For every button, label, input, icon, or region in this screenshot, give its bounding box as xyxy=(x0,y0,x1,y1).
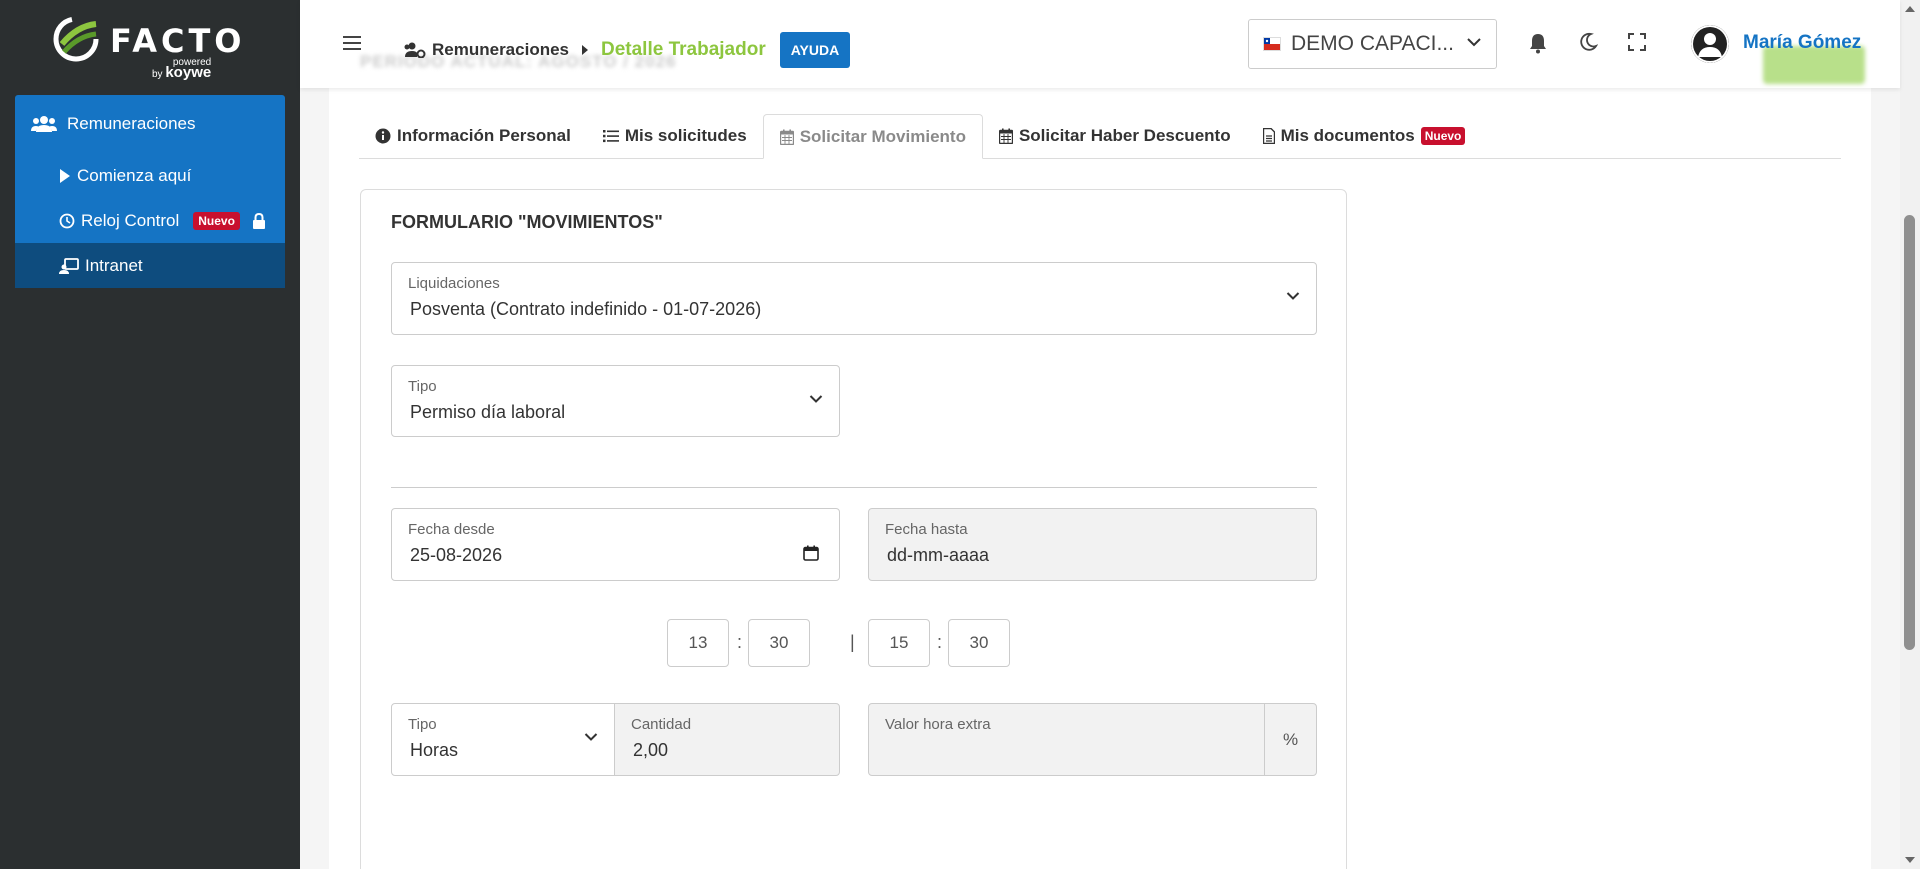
sidebar-item-label: Comienza aquí xyxy=(77,165,192,185)
new-badge: Nuevo xyxy=(1420,127,1466,145)
sidebar-item-comienza-aqui[interactable]: Comienza aquí xyxy=(15,153,285,198)
chevron-down-icon xyxy=(809,395,823,403)
company-name: DEMO CAPACI... xyxy=(1291,32,1454,55)
user-avatar-icon xyxy=(1691,25,1729,63)
fecha-hasta-input[interactable]: Fecha hasta dd-mm-aaaa xyxy=(868,508,1317,581)
help-button[interactable]: AYUDA xyxy=(779,32,851,68)
tipo-select[interactable]: Tipo Permiso día laboral xyxy=(391,365,840,437)
fullscreen-icon[interactable] xyxy=(1627,32,1647,52)
sidebar-item-intranet[interactable]: Intranet xyxy=(15,243,285,288)
field-placeholder: dd-mm-aaaa xyxy=(887,545,990,565)
field-label: Fecha desde xyxy=(408,521,495,538)
time-colon: : xyxy=(937,632,943,652)
liquidaciones-select[interactable]: Liquidaciones Posventa (Contrato indefin… xyxy=(391,262,1317,335)
play-icon xyxy=(60,168,70,183)
breadcrumb: Remuneraciones Detalle Trabajador AYUDA xyxy=(404,32,851,68)
scrollbar-thumb[interactable] xyxy=(1904,215,1915,650)
time-divider: | xyxy=(850,632,855,652)
sidebar-item-label: Intranet xyxy=(85,255,143,275)
hamburger-menu-icon[interactable] xyxy=(342,34,362,52)
list-icon xyxy=(602,130,619,143)
moon-icon[interactable] xyxy=(1578,32,1598,52)
company-selector[interactable]: DEMO CAPACI... xyxy=(1248,19,1497,69)
user-name[interactable]: María Gómez xyxy=(1743,32,1861,54)
hora-desde-input[interactable]: 13 xyxy=(667,619,729,667)
breadcrumb-parent[interactable]: Remuneraciones xyxy=(432,40,569,60)
field-label: Liquidaciones xyxy=(408,275,500,292)
sidebar-item-remuneraciones[interactable]: Remuneraciones xyxy=(15,95,285,153)
chevron-down-icon xyxy=(584,733,598,741)
field-value: Posventa (Contrato indefinido - 01-07-20… xyxy=(410,299,762,319)
field-label: Tipo xyxy=(408,378,437,395)
hora-hasta-input[interactable]: 15 xyxy=(868,619,930,667)
users-cog-icon xyxy=(404,42,426,58)
sidebar-item-label: Reloj Control xyxy=(81,210,180,230)
movimientos-form: FORMULARIO "MOVIMIENTOS" Liquidaciones P… xyxy=(360,189,1347,869)
minuto-desde-input[interactable]: 30 xyxy=(748,619,810,667)
clock-icon xyxy=(59,213,75,228)
main-content: Información Personal Mis solicitudes Sol… xyxy=(329,0,1871,869)
facto-logo-icon xyxy=(53,16,99,62)
new-badge: Nuevo xyxy=(193,211,240,230)
tab-mis-solicitudes[interactable]: Mis solicitudes xyxy=(587,114,763,158)
form-title: FORMULARIO "MOVIMIENTOS" xyxy=(391,212,663,232)
field-value: Permiso día laboral xyxy=(410,402,566,422)
sidebar-item-reloj-control[interactable]: Reloj Control Nuevo xyxy=(15,198,285,243)
sidebar-section-label: Remuneraciones xyxy=(67,114,196,133)
minuto-hasta-input[interactable]: 30 xyxy=(948,619,1010,667)
powered-by-text: powered by koywe xyxy=(152,57,212,81)
form-divider xyxy=(391,487,1317,488)
tab-mis-documentos[interactable]: Mis documentos Nuevo xyxy=(1247,114,1482,158)
field-label: Valor hora extra xyxy=(885,716,991,733)
sidebar-menu: Remuneraciones Comienza aquí Reloj Contr… xyxy=(15,95,285,288)
field-label: Tipo xyxy=(408,716,437,733)
chevron-down-icon xyxy=(1467,38,1481,47)
facto-wordmark: FACTO xyxy=(110,22,246,60)
chile-flag-icon xyxy=(1263,37,1281,51)
scrollbar[interactable] xyxy=(1900,0,1920,869)
calendar-picker-icon[interactable] xyxy=(803,545,819,561)
caret-right-icon xyxy=(582,45,588,55)
fecha-desde-input[interactable]: Fecha desde 25-08-2026 xyxy=(391,508,840,581)
bell-icon[interactable] xyxy=(1528,32,1548,54)
document-icon xyxy=(1262,128,1275,144)
chevron-down-icon xyxy=(1286,292,1300,300)
field-value: Horas xyxy=(410,740,459,760)
calendar-icon xyxy=(779,129,794,145)
scroll-up-arrow[interactable] xyxy=(1905,6,1915,12)
intranet-icon xyxy=(59,257,79,274)
field-label: Fecha hasta xyxy=(885,521,968,538)
valor-hora-extra-input[interactable]: Valor hora extra % xyxy=(868,703,1317,776)
tab-bar: Información Personal Mis solicitudes Sol… xyxy=(359,114,1841,159)
top-bar: PERIODO ACTUAL: AGOSTO / 2026 Remuneraci… xyxy=(300,0,1900,88)
users-icon xyxy=(31,116,57,132)
tab-informacion-personal[interactable]: Información Personal xyxy=(359,114,587,158)
time-colon: : xyxy=(737,632,743,652)
sidebar: FACTO powered by koywe Remuneraciones Co… xyxy=(0,0,300,869)
tab-solicitar-movimiento[interactable]: Solicitar Movimiento xyxy=(762,114,983,159)
field-label: Cantidad xyxy=(631,716,692,733)
facto-logo[interactable]: FACTO powered by koywe xyxy=(52,14,252,81)
info-circle-icon xyxy=(375,128,391,144)
breadcrumb-current: Detalle Trabajador xyxy=(601,39,766,60)
scroll-down-arrow[interactable] xyxy=(1905,857,1915,863)
percent-suffix: % xyxy=(1264,704,1316,776)
field-value: 25-08-2026 xyxy=(410,545,503,565)
lock-icon xyxy=(252,212,265,229)
field-value: 2,00 xyxy=(633,740,669,760)
calendar-icon xyxy=(998,128,1013,144)
cantidad-input[interactable]: Cantidad 2,00 xyxy=(614,703,840,776)
avatar[interactable] xyxy=(1691,25,1729,63)
tab-solicitar-haber-descuento[interactable]: Solicitar Haber Descuento xyxy=(983,114,1247,158)
unidad-tipo-select[interactable]: Tipo Horas xyxy=(391,703,615,776)
